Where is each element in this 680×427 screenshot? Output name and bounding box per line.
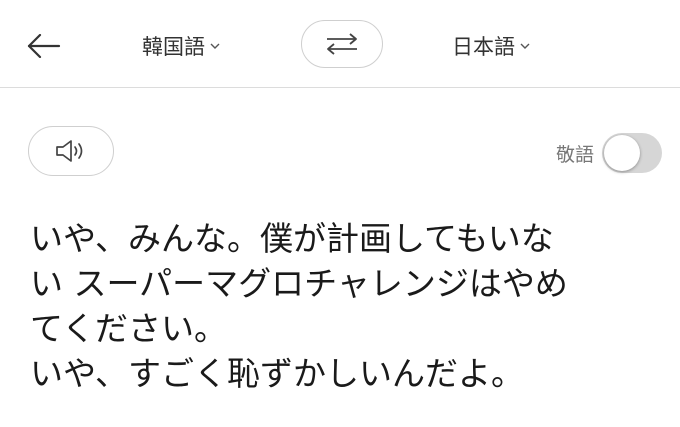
honorific-toggle[interactable] — [602, 133, 662, 173]
translation-text: いや、みんな。僕が計画してもいな い スーパーマグロチャレンジはやめ てください… — [30, 216, 666, 396]
chevron-down-icon — [520, 42, 530, 50]
speaker-icon — [56, 140, 83, 162]
arrow-left-icon — [27, 34, 61, 58]
speak-button[interactable] — [28, 126, 114, 176]
target-language-label: 日本語 — [452, 35, 515, 59]
target-language-select[interactable]: 日本語 — [452, 30, 530, 62]
chevron-down-icon — [210, 42, 220, 50]
source-language-select[interactable]: 韓国語 — [142, 30, 220, 62]
toggle-knob — [604, 135, 640, 171]
translation-line: い スーパーマグロチャレンジはやめ — [30, 264, 568, 303]
honorific-control: 敬語 — [556, 133, 662, 173]
swap-languages-button[interactable] — [301, 20, 383, 68]
back-button[interactable] — [22, 24, 66, 68]
translation-line: いや、みんな。僕が計画してもいな — [30, 219, 554, 258]
translation-line: てください。 — [30, 309, 228, 348]
honorific-label: 敬語 — [555, 143, 594, 166]
swap-arrows-icon — [327, 33, 357, 55]
translation-line: いや、すごく恥ずかしいんだよ。 — [30, 354, 525, 393]
top-bar: 韓国語 日本語 — [0, 0, 680, 88]
source-language-label: 韓国語 — [142, 35, 205, 59]
